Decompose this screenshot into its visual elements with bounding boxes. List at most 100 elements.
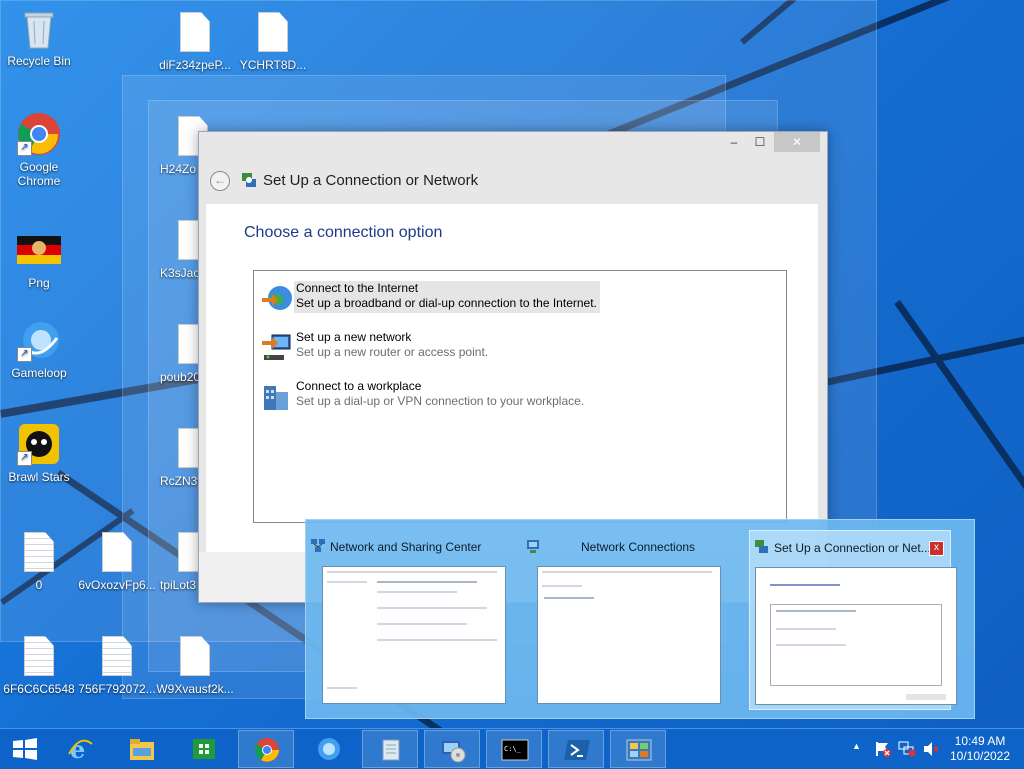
desktop-icon-label: RcZN3y bbox=[160, 474, 204, 488]
window-titlebar[interactable]: ‒ ☐ ✕ bbox=[199, 132, 827, 154]
volume-muted-icon[interactable] bbox=[920, 729, 942, 769]
control-panel-icon bbox=[625, 737, 653, 763]
desktop-icon-file[interactable]: tpiLot3 bbox=[156, 530, 208, 592]
desktop-icon-brawl-stars[interactable]: ↗ Brawl Stars bbox=[0, 422, 78, 484]
desktop-icon-label: Png bbox=[28, 276, 50, 290]
desktop-icon-file[interactable]: H24Zo bbox=[156, 114, 208, 176]
notepad-icon bbox=[377, 737, 405, 763]
svg-text:C:\_: C:\_ bbox=[504, 745, 522, 753]
taskbar-gameloop[interactable] bbox=[300, 730, 356, 768]
desktop-icon-file[interactable]: RcZN3y bbox=[156, 426, 208, 488]
shortcut-arrow-icon: ↗ bbox=[17, 141, 32, 156]
desktop-icon-label: Google Chrome bbox=[17, 160, 61, 188]
maximize-button[interactable]: ☐ bbox=[747, 132, 773, 152]
desktop-icon-file[interactable]: 0 bbox=[0, 530, 78, 592]
taskbar: e C:\_ ▲ 10:49 AM 10/10/2022 bbox=[0, 728, 1024, 769]
start-icon bbox=[11, 736, 39, 762]
desktop-icon-file[interactable]: YCHRT8D... bbox=[234, 10, 312, 72]
show-hidden-icons-button[interactable]: ▲ bbox=[848, 729, 868, 769]
globe-icon bbox=[260, 284, 292, 314]
thumbnail-preview bbox=[537, 566, 721, 704]
clock-date: 10/10/2022 bbox=[949, 749, 1011, 763]
desktop-icon-label: poub20 bbox=[160, 370, 201, 384]
shortcut-arrow-icon: ↗ bbox=[17, 347, 32, 362]
desktop-icon-file[interactable]: W9Xvausf2k... bbox=[156, 634, 234, 696]
desktop-icon-label: W9Xvausf2k... bbox=[156, 682, 234, 696]
thumbnail-close-button[interactable]: x bbox=[929, 541, 944, 556]
taskbar-thumbnail-panel: Network and Sharing Center Network Conne… bbox=[305, 519, 975, 719]
thumbnail-title: Network Connections bbox=[581, 540, 696, 554]
network-sharing-icon bbox=[310, 538, 326, 554]
taskbar-notepad[interactable] bbox=[362, 730, 418, 768]
thumbnail-network-connections[interactable]: Network Connections bbox=[521, 530, 721, 708]
window-title: Set Up a Connection or Network bbox=[263, 172, 479, 189]
shortcut-arrow-icon: ↗ bbox=[17, 451, 32, 466]
connection-options-list: Connect to the Internet Set up a broadba… bbox=[253, 270, 787, 523]
desktop-icon-file[interactable]: 6F6C6C6548 bbox=[0, 634, 78, 696]
text-file-icon bbox=[24, 636, 54, 676]
workplace-building-icon bbox=[260, 382, 292, 412]
option-description: Set up a broadband or dial-up connection… bbox=[296, 296, 597, 310]
option-new-network[interactable]: Set up a new network Set up a new router… bbox=[258, 330, 778, 368]
desktop-icon-label: YCHRT8D... bbox=[239, 58, 307, 72]
network-tray-icon[interactable] bbox=[896, 729, 918, 769]
wizard-header: ← Set Up a Connection or Network bbox=[199, 154, 827, 204]
option-connect-internet[interactable]: Connect to the Internet Set up a broadba… bbox=[258, 281, 778, 319]
thumbnail-setup-connection[interactable]: Set Up a Connection or Net... x bbox=[749, 530, 957, 710]
file-icon bbox=[180, 636, 210, 676]
desktop-icon-label: H24Zo bbox=[160, 162, 197, 176]
option-description: Set up a new router or access point. bbox=[296, 345, 489, 359]
text-file-icon bbox=[24, 532, 54, 572]
desktop-icon-recycle-bin[interactable]: Recycle Bin bbox=[0, 6, 78, 68]
network-wizard-icon bbox=[240, 171, 258, 189]
brawl-stars-icon: ↗ bbox=[17, 422, 61, 466]
router-icon bbox=[260, 333, 292, 363]
taskbar-control-panel[interactable] bbox=[610, 730, 666, 768]
file-icon bbox=[180, 12, 210, 52]
desktop-icon-label: diFz34zpeP... bbox=[159, 58, 231, 72]
desktop-icon-label: 6vOxozvFp6... bbox=[78, 578, 156, 592]
option-title: Connect to the Internet bbox=[296, 281, 419, 295]
desktop-icon-file[interactable]: 6vOxozvFp6... bbox=[78, 530, 156, 592]
chrome-icon: ↗ bbox=[17, 112, 61, 156]
desktop-icon-file[interactable]: 756F792072... bbox=[78, 634, 156, 696]
thumbnail-title: Set Up a Connection or Net... bbox=[774, 541, 931, 555]
chrome-icon bbox=[253, 737, 281, 763]
taskbar-store[interactable] bbox=[176, 730, 232, 768]
network-connections-icon bbox=[525, 538, 541, 554]
taskbar-setup[interactable] bbox=[424, 730, 480, 768]
image-file-icon bbox=[17, 228, 61, 272]
desktop-icon-label: 6F6C6C6548 bbox=[3, 682, 75, 696]
desktop-icon-label: tpiLot3 bbox=[160, 578, 197, 592]
thumbnail-title: Network and Sharing Center bbox=[330, 540, 482, 554]
start-button[interactable] bbox=[0, 730, 50, 768]
desktop-icon-gameloop[interactable]: ↗ Gameloop bbox=[0, 318, 78, 380]
taskbar-clock[interactable]: 10:49 AM 10/10/2022 bbox=[940, 734, 1020, 764]
internet-explorer-icon: e bbox=[66, 735, 94, 764]
taskbar-command-prompt[interactable]: C:\_ bbox=[486, 730, 542, 768]
taskbar-chrome[interactable] bbox=[238, 730, 294, 768]
desktop-icon-label: 756F792072... bbox=[78, 682, 156, 696]
text-file-icon bbox=[102, 636, 132, 676]
close-button[interactable]: ✕ bbox=[774, 132, 820, 152]
thumbnail-network-sharing-center[interactable]: Network and Sharing Center bbox=[306, 530, 506, 708]
thumbnail-preview bbox=[322, 566, 506, 704]
minimize-button[interactable]: ‒ bbox=[721, 132, 747, 152]
taskbar-file-explorer[interactable] bbox=[114, 730, 170, 768]
action-center-icon[interactable] bbox=[872, 729, 894, 769]
file-icon bbox=[102, 532, 132, 572]
desktop-icon-google-chrome[interactable]: ↗ Google Chrome bbox=[0, 112, 78, 188]
wizard-icon bbox=[754, 539, 770, 555]
desktop-icon-file[interactable]: diFz34zpeP... bbox=[156, 10, 234, 72]
desktop-icon-png[interactable]: Png bbox=[0, 228, 78, 290]
file-explorer-icon bbox=[128, 736, 156, 762]
desktop-icon-file[interactable]: K3sJaos bbox=[156, 218, 208, 280]
desktop-icon-label: Gameloop bbox=[11, 366, 67, 380]
taskbar-internet-explorer[interactable]: e bbox=[52, 730, 108, 768]
taskbar-powershell[interactable] bbox=[548, 730, 604, 768]
file-icon bbox=[258, 12, 288, 52]
option-workplace[interactable]: Connect to a workplace Set up a dial-up … bbox=[258, 379, 778, 417]
back-button[interactable]: ← bbox=[210, 171, 230, 191]
option-description: Set up a dial-up or VPN connection to yo… bbox=[296, 394, 585, 408]
desktop-icon-file[interactable]: poub20 bbox=[156, 322, 208, 384]
